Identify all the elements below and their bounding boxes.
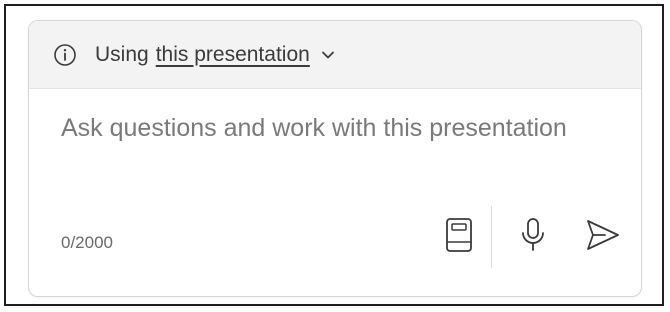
context-prefix-label: Using [95,42,149,66]
screenshot-frame: Using this presentation 0/2000 [4,4,664,306]
info-icon[interactable] [53,43,77,67]
prompt-input[interactable] [61,109,601,199]
character-counter: 0/2000 [61,233,113,252]
context-header: Using this presentation [29,21,641,89]
context-selector-link[interactable]: this presentation [156,43,310,67]
dictate-button[interactable] [515,216,551,256]
send-icon [585,218,621,255]
send-button[interactable] [583,216,623,256]
chat-input-card: Using this presentation 0/2000 [28,20,642,297]
chevron-down-icon[interactable] [320,47,336,63]
book-icon [444,217,474,256]
prompt-library-button[interactable] [441,216,477,256]
microphone-icon [519,217,547,256]
toolbar-divider [491,206,492,268]
